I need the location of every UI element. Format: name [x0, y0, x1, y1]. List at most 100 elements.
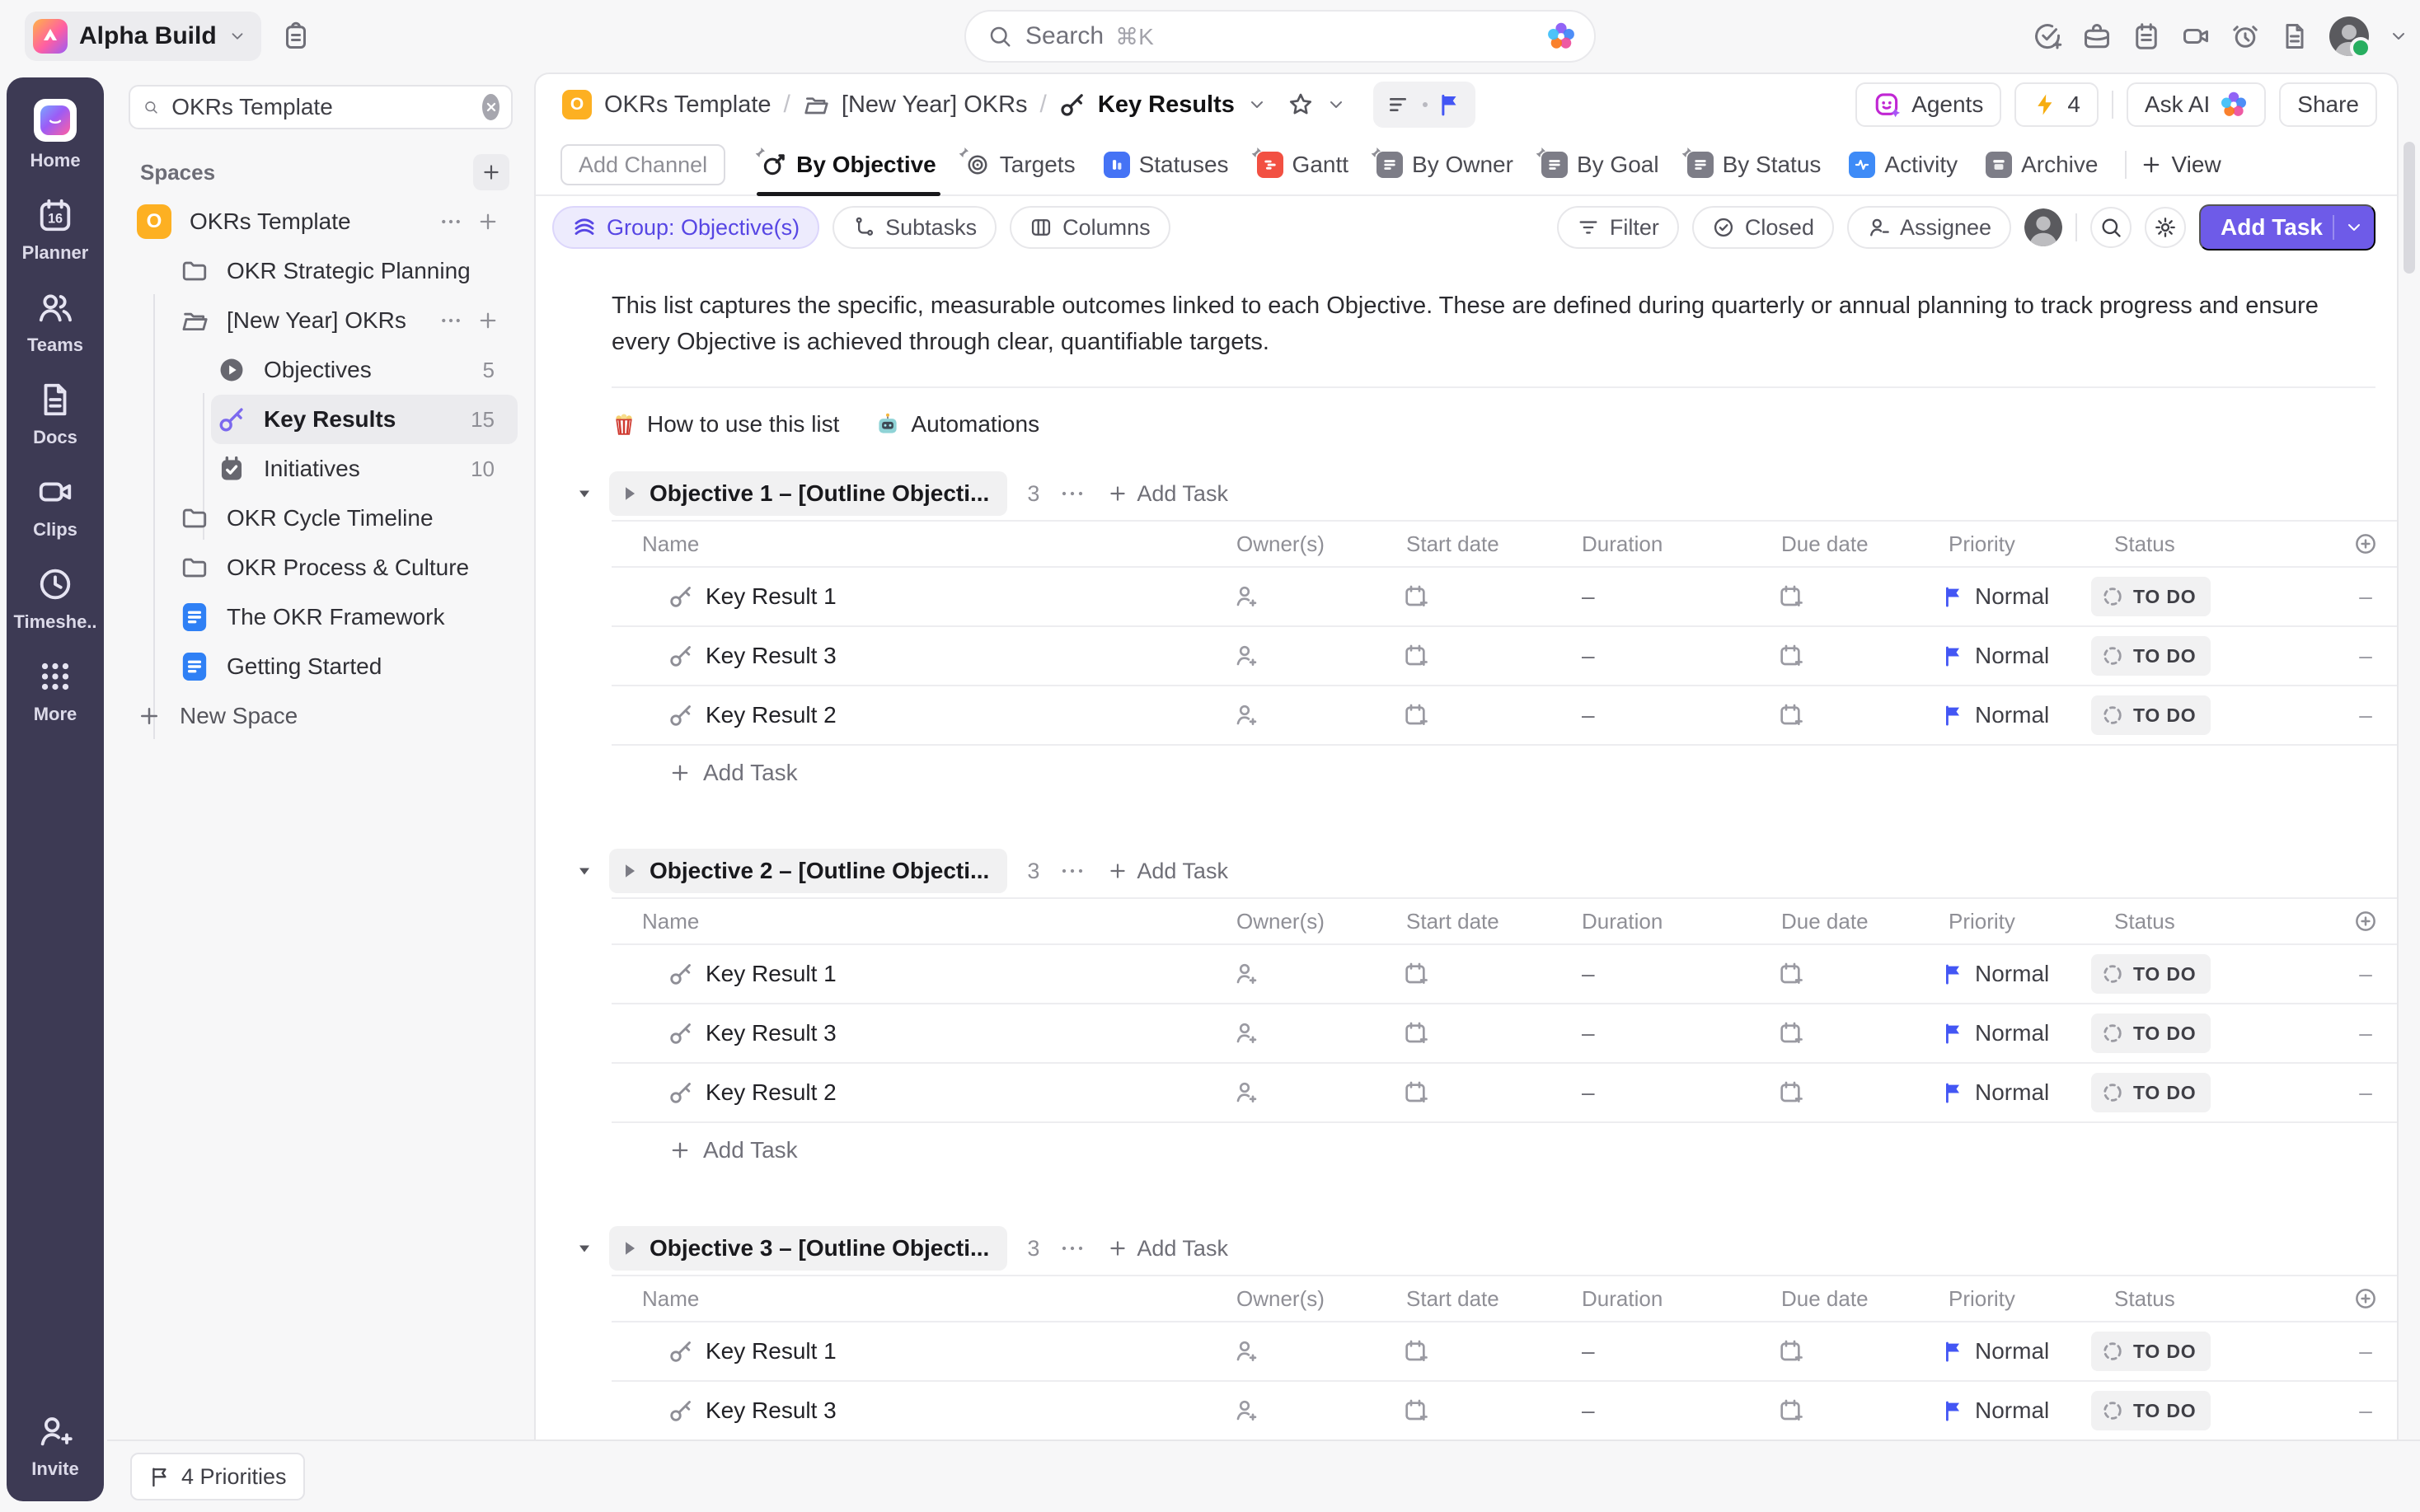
group-title-pill[interactable]: Objective 1 – [Outline Objecti... [609, 471, 1007, 516]
sidebar-search-input[interactable] [170, 93, 471, 121]
add-task-row[interactable]: Add Task [612, 1123, 2397, 1177]
chevron-down-icon[interactable] [2344, 218, 2364, 237]
agents-button[interactable]: Agents [1855, 82, 2001, 127]
column-header-name[interactable]: Name [612, 1286, 1213, 1312]
rail-item-clips[interactable]: Clips [33, 473, 77, 541]
status-cell[interactable]: TO DO [2091, 568, 2334, 625]
column-header-priority[interactable]: Priority [1925, 1286, 2091, 1312]
tab-archive[interactable]: Archive [1972, 135, 2112, 194]
add-column-button[interactable] [2334, 909, 2397, 934]
rail-item-invite[interactable]: Invite [31, 1412, 78, 1480]
sidebar-item-okr-strategic-planning[interactable]: OKR Strategic Planning [120, 246, 518, 296]
share-button[interactable]: Share [2279, 82, 2377, 127]
add-channel-button[interactable]: Add Channel [560, 144, 725, 185]
task-name[interactable]: Key Result 2 [706, 1079, 837, 1106]
priority-cell[interactable]: Normal [1925, 1322, 2091, 1380]
view-options-group[interactable] [1373, 82, 1475, 128]
priorities-pill[interactable]: 4 Priorities [130, 1453, 305, 1500]
collapse-caret-icon[interactable] [576, 1240, 593, 1257]
task-row[interactable]: Key Result 3 – Normal TO DO – [612, 627, 2397, 686]
sidebar-search[interactable] [129, 85, 513, 129]
tab-by-objective[interactable]: By Objective [747, 135, 950, 194]
closed-pill[interactable]: Closed [1692, 206, 1834, 249]
boost-button[interactable]: 4 [2014, 82, 2099, 127]
column-header-owner-s-[interactable]: Owner(s) [1213, 531, 1383, 557]
new-task-icon[interactable] [2033, 21, 2062, 51]
rail-item-planner[interactable]: 16 Planner [22, 196, 89, 264]
rail-item-docs[interactable]: Docs [33, 381, 77, 448]
tab-gantt[interactable]: Gantt [1243, 135, 1362, 194]
owner-cell[interactable] [1213, 945, 1383, 1003]
column-header-owner-s-[interactable]: Owner(s) [1213, 1286, 1383, 1312]
column-header-due-date[interactable]: Due date [1758, 909, 1925, 934]
task-name[interactable]: Key Result 1 [706, 583, 837, 610]
add-column-button[interactable] [2334, 1286, 2397, 1311]
priority-cell[interactable]: Normal [1925, 1382, 2091, 1439]
task-row[interactable]: Key Result 2 – Normal TO DO – [612, 686, 2397, 746]
priority-cell[interactable]: Normal [1925, 627, 2091, 685]
breadcrumb-space[interactable]: OKRs Template [604, 91, 771, 119]
duration-cell[interactable]: – [1559, 1382, 1758, 1439]
column-header-duration[interactable]: Duration [1559, 1286, 1758, 1312]
status-cell[interactable]: TO DO [2091, 1322, 2334, 1380]
plus-icon[interactable] [476, 210, 499, 233]
column-header-priority[interactable]: Priority [1925, 531, 2091, 557]
due-date-cell[interactable] [1758, 568, 1925, 625]
due-date-cell[interactable] [1758, 1064, 1925, 1121]
start-date-cell[interactable] [1383, 568, 1559, 625]
tab-activity[interactable]: Activity [1835, 135, 1972, 194]
ellipsis-icon[interactable] [439, 209, 463, 234]
sidebar-item-okrs-template[interactable]: O OKRs Template [120, 197, 518, 246]
video-icon[interactable] [2181, 21, 2211, 51]
column-header-start-date[interactable]: Start date [1383, 1286, 1559, 1312]
chevron-down-icon[interactable] [1247, 95, 1267, 115]
sidebar-item-new-space[interactable]: New Space [120, 691, 518, 741]
alarm-clock-icon[interactable] [2230, 21, 2260, 51]
priority-flag-icon[interactable] [1437, 92, 1462, 117]
sidebar-item-okr-cycle-timeline[interactable]: OKR Cycle Timeline [120, 494, 518, 543]
column-header-duration[interactable]: Duration [1559, 531, 1758, 557]
group-title-pill[interactable]: Objective 2 – [Outline Objecti... [609, 849, 1007, 893]
add-column-button[interactable] [2334, 531, 2397, 556]
sidebar-item-new-year-okrs[interactable]: [New Year] OKRs [120, 296, 518, 345]
column-header-start-date[interactable]: Start date [1383, 909, 1559, 934]
workspace-switcher[interactable]: Alpha Build [25, 12, 261, 61]
due-date-cell[interactable] [1758, 686, 1925, 744]
owner-cell[interactable] [1213, 1382, 1383, 1439]
status-cell[interactable]: TO DO [2091, 1064, 2334, 1121]
priority-cell[interactable]: Normal [1925, 1004, 2091, 1062]
priority-cell[interactable]: Normal [1925, 568, 2091, 625]
document-icon[interactable] [2280, 21, 2310, 51]
global-search[interactable]: Search ⌘K [964, 10, 1596, 63]
priority-cell[interactable]: Normal [1925, 686, 2091, 744]
rail-item-more[interactable]: More [34, 658, 77, 725]
owner-cell[interactable] [1213, 568, 1383, 625]
breadcrumb-list[interactable]: Key Results [1098, 91, 1235, 119]
owner-cell[interactable] [1213, 1064, 1383, 1121]
tab-statuses[interactable]: Statuses [1090, 135, 1243, 194]
ellipsis-icon[interactable] [439, 308, 463, 333]
group-menu-icon[interactable] [1059, 480, 1086, 507]
duration-cell[interactable]: – [1559, 568, 1758, 625]
start-date-cell[interactable] [1383, 627, 1559, 685]
task-name[interactable]: Key Result 1 [706, 1338, 837, 1365]
column-header-status[interactable]: Status [2091, 1286, 2334, 1312]
group-add-task-button[interactable]: Add Task [1107, 481, 1228, 507]
column-header-due-date[interactable]: Due date [1758, 1286, 1925, 1312]
owner-cell[interactable] [1213, 627, 1383, 685]
column-header-duration[interactable]: Duration [1559, 909, 1758, 934]
column-header-priority[interactable]: Priority [1925, 909, 2091, 934]
status-cell[interactable]: TO DO [2091, 945, 2334, 1003]
group-add-task-button[interactable]: Add Task [1107, 1236, 1228, 1262]
automations-link[interactable]: Automations [875, 411, 1039, 438]
sidebar-item-initiatives[interactable]: Initiatives 10 [211, 444, 518, 494]
collapse-caret-icon[interactable] [576, 863, 593, 879]
sidebar-item-objectives[interactable]: Objectives 5 [211, 345, 518, 395]
status-cell[interactable]: TO DO [2091, 1382, 2334, 1439]
status-cell[interactable]: TO DO [2091, 1004, 2334, 1062]
priority-cell[interactable]: Normal [1925, 1064, 2091, 1121]
start-date-cell[interactable] [1383, 945, 1559, 1003]
column-header-name[interactable]: Name [612, 909, 1213, 934]
due-date-cell[interactable] [1758, 1004, 1925, 1062]
assignee-pill[interactable]: Assignee [1847, 206, 2011, 249]
